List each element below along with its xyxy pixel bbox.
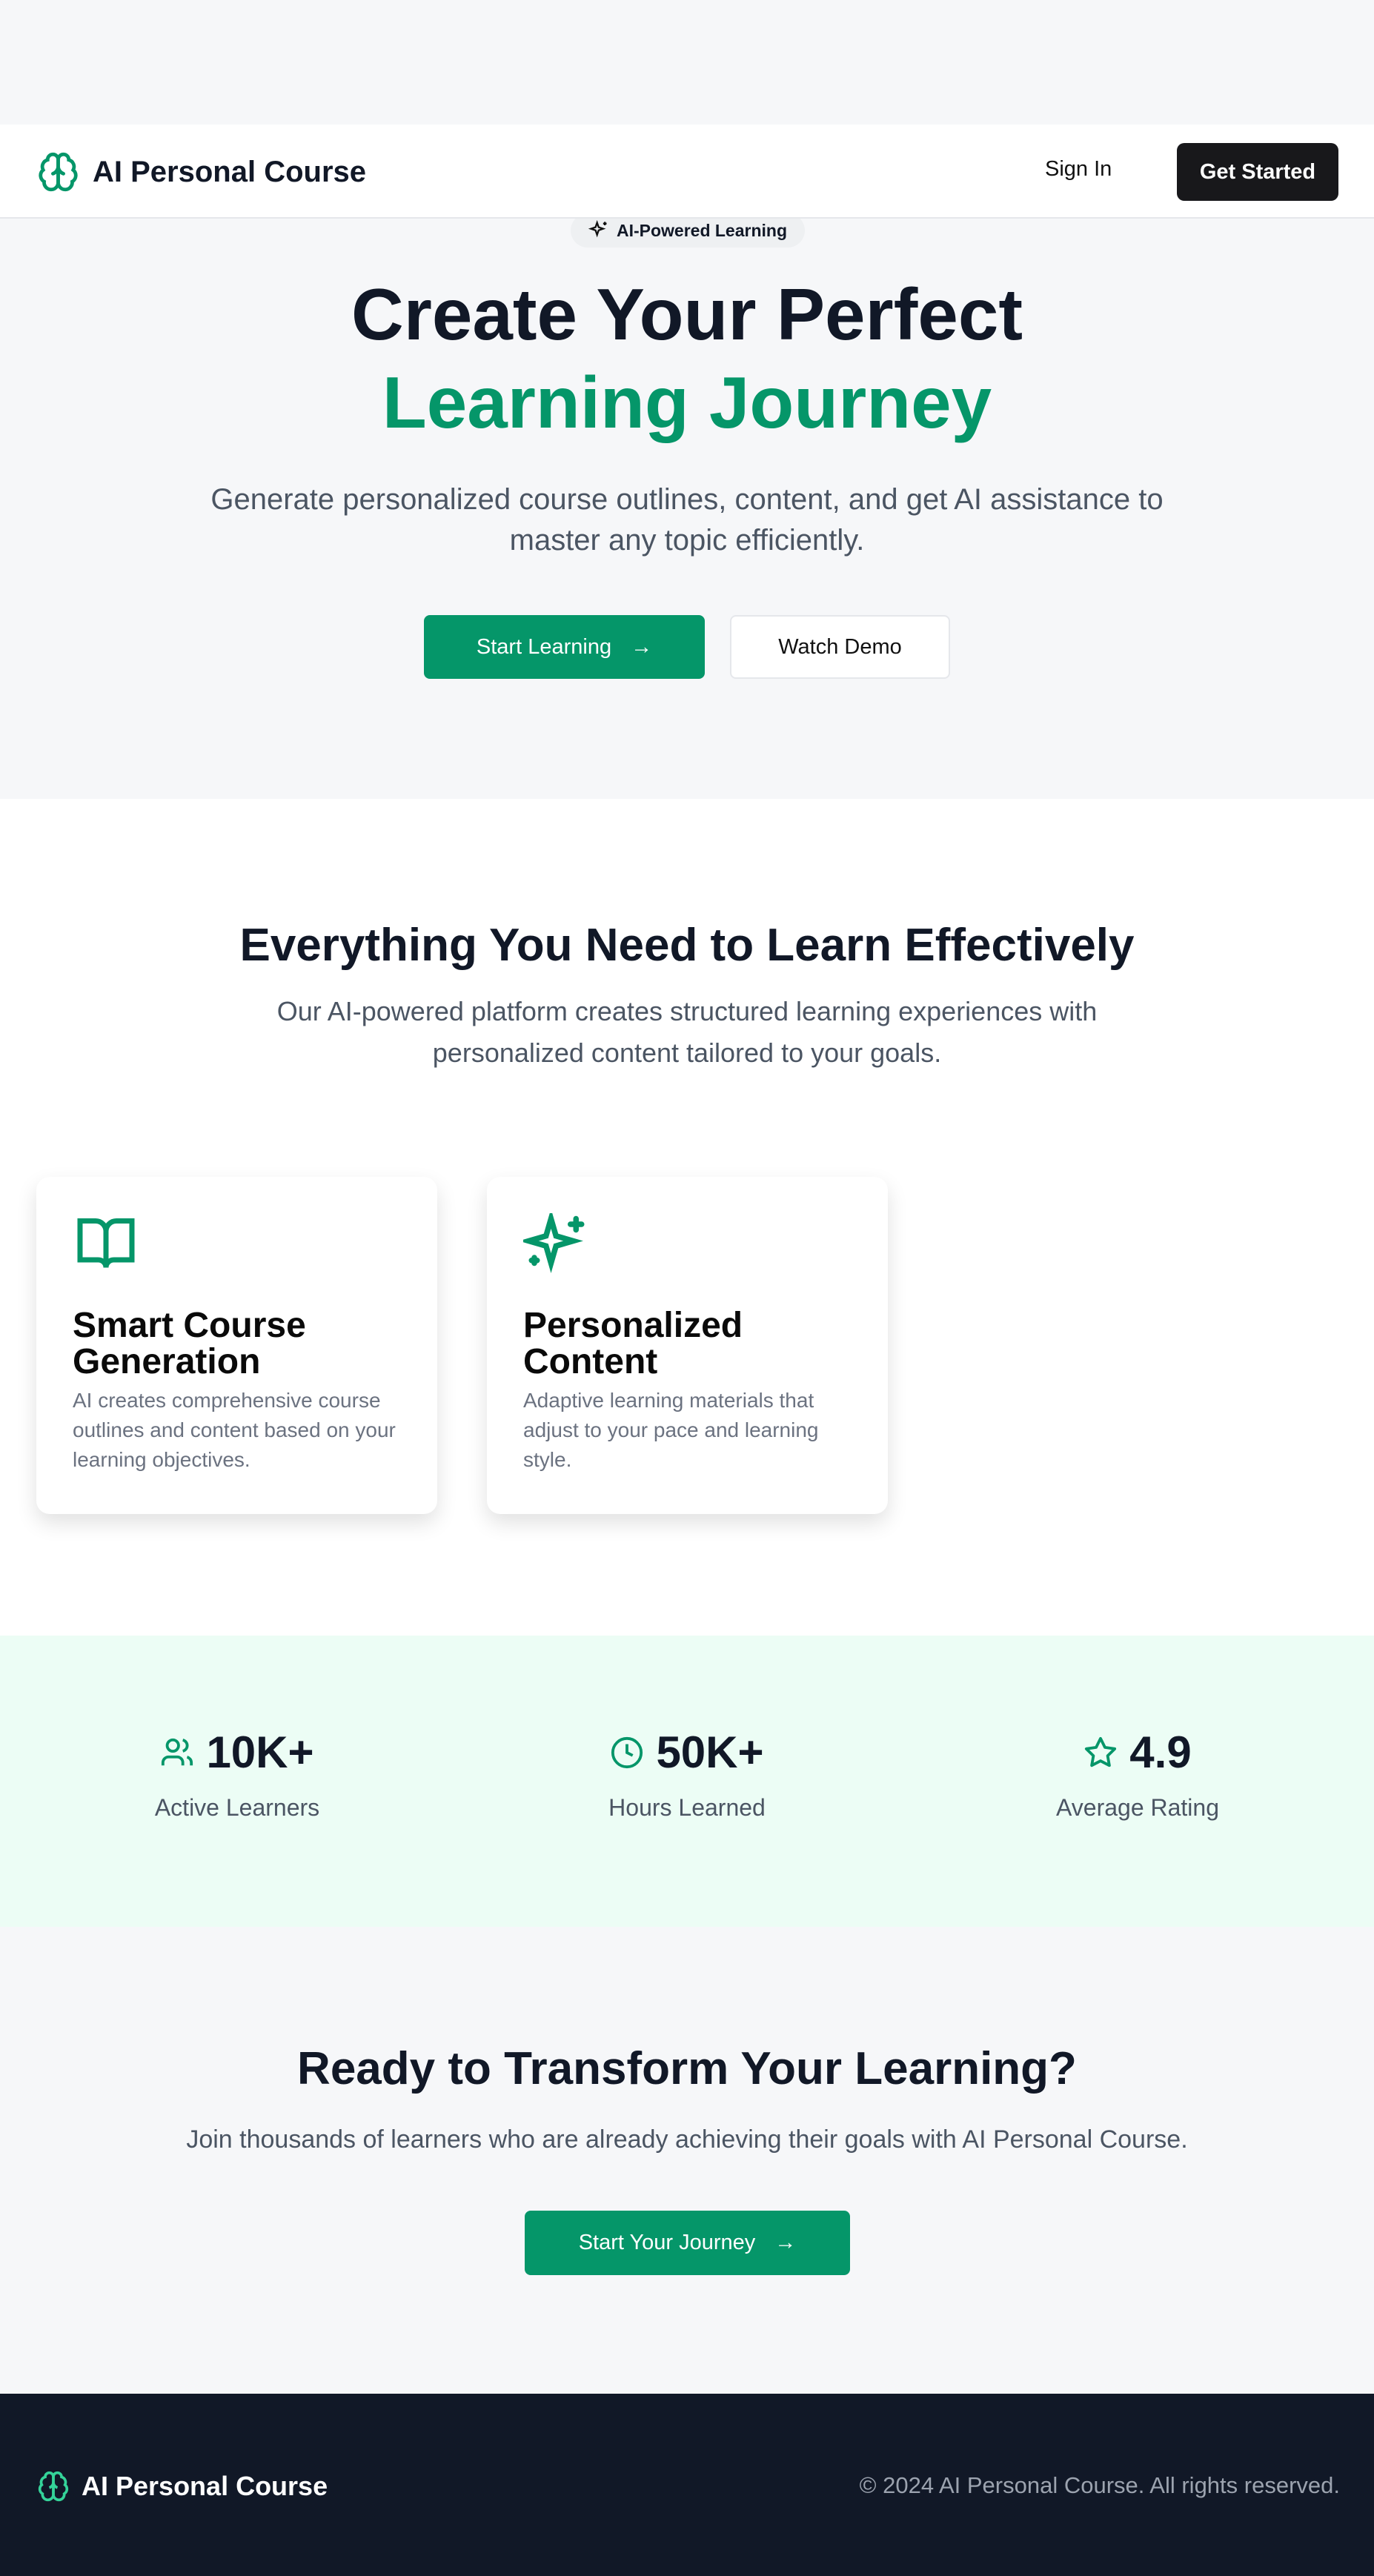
badge-label: AI-Powered Learning: [616, 220, 788, 240]
footer-brand-name: AI Personal Course: [82, 2471, 328, 2501]
feature-title: Smart Course Generation: [73, 1306, 306, 1381]
copyright: © 2024 AI Personal Course. All rights re…: [859, 2472, 1340, 2498]
sign-in-button[interactable]: Sign In: [1045, 157, 1112, 182]
footer-brand: AI Personal Course: [37, 2469, 328, 2503]
cta-desc: Join thousands of learners who are alrea…: [186, 2125, 1188, 2154]
start-journey-button[interactable]: Start Your Journey →: [525, 2211, 850, 2275]
stat-value: 10K+: [206, 1727, 314, 1777]
hero-subtitle-line1: Generate personalized course outlines, c…: [210, 483, 1164, 516]
features-desc-line1: Our AI-powered platform creates structur…: [276, 996, 1098, 1026]
get-started-button[interactable]: Get Started: [1177, 143, 1338, 201]
stat-average-rating: 4.9 Average Rating: [952, 1727, 1323, 1822]
start-learning-button[interactable]: Start Learning →: [424, 615, 705, 679]
brand-name: AI Personal Course: [93, 155, 367, 188]
stat-value: 4.9: [1129, 1727, 1192, 1777]
arrow-right-icon: →: [631, 634, 653, 659]
feature-card: Smart Course Generation AI creates compr…: [36, 1177, 437, 1514]
stat-active-learners: 10K+ Active Learners: [52, 1727, 422, 1822]
stat-label: Average Rating: [1056, 1794, 1219, 1821]
cta-heading: Ready to Transform Your Learning?: [297, 2043, 1077, 2094]
features-heading: Everything You Need to Learn Effectively: [239, 920, 1135, 971]
hero-title-line2: Learning Journey: [382, 362, 992, 443]
clock-icon: [611, 1736, 643, 1768]
arrow-right-icon: →: [774, 2231, 797, 2254]
feature-desc: AI creates comprehensive course outlines…: [73, 1389, 396, 1471]
feature-card: Personalized Content Adaptive learning m…: [487, 1177, 888, 1514]
users-icon: [162, 1738, 193, 1765]
feature-desc: Adaptive learning materials that adjust …: [523, 1389, 819, 1471]
stat-label: Active Learners: [154, 1794, 320, 1821]
hero-title-line1: Create Your Perfect: [351, 273, 1023, 355]
features-desc-line2: personalized content tailored to your go…: [432, 1038, 942, 1068]
start-journey-label: Start Your Journey: [578, 2231, 756, 2254]
brain-icon: [38, 2471, 69, 2502]
watch-demo-button[interactable]: Watch Demo: [730, 615, 950, 679]
brain-icon: [39, 152, 78, 192]
hero-subtitle-line2: master any topic efficiently.: [509, 524, 865, 557]
feature-title: Personalized Content: [523, 1306, 743, 1381]
stat-hours-learned: 50K+ Hours Learned: [502, 1727, 872, 1822]
book-open-icon: [77, 1218, 135, 1268]
navbar: AI Personal Course Sign In Get Started: [0, 125, 1374, 219]
stat-value: 50K+: [656, 1727, 764, 1777]
brand-logo[interactable]: AI Personal Course: [37, 150, 366, 194]
start-learning-label: Start Learning: [476, 634, 612, 659]
stat-label: Hours Learned: [608, 1794, 766, 1821]
sparkles-icon: [588, 220, 607, 238]
footer: AI Personal Course © 2024 AI Personal Co…: [0, 2394, 1374, 2576]
star-icon: [1085, 1736, 1117, 1767]
sparkles-icon: [523, 1213, 585, 1273]
